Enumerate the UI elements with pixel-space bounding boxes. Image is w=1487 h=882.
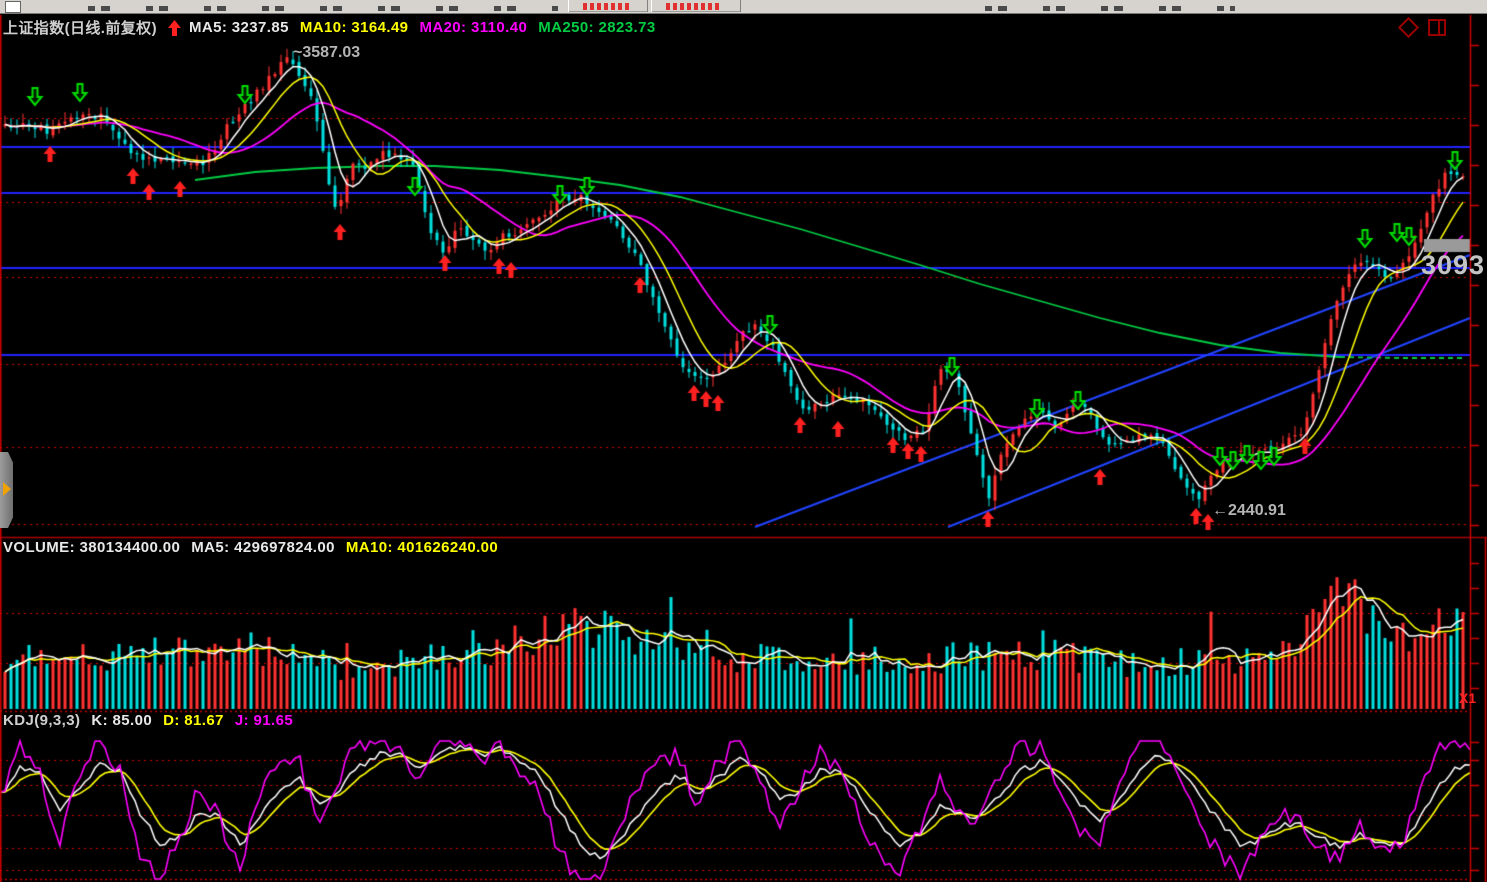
top-toolbar — [0, 0, 1487, 14]
volume-ma5-label: MA5: 429697824.00 — [191, 539, 335, 556]
menu-items-clipped-right[interactable] — [985, 6, 1235, 11]
ma10-label: MA10: 3164.49 — [300, 19, 409, 36]
symbol-title[interactable]: 上证指数(日线.前复权) — [3, 17, 157, 38]
up-arrow-icon — [168, 20, 181, 36]
chart-corner-controls — [1401, 19, 1446, 36]
chart-canvas[interactable] — [0, 0, 1487, 882]
expand-arrow-icon — [3, 482, 11, 496]
diamond-icon[interactable] — [1398, 17, 1419, 38]
volume-label: VOLUME: 380134400.00 — [3, 539, 180, 556]
ma250-label: MA250: 2823.73 — [538, 19, 655, 36]
toolbar-red-button-2[interactable] — [651, 0, 741, 12]
ma5-label: MA5: 3237.85 — [189, 19, 289, 36]
trading-app-window: 上证指数(日线.前复权) MA5: 3237.85 MA10: 3164.49 … — [0, 0, 1487, 882]
red-button-text-clipped — [583, 3, 631, 10]
kdj-j-label: J: 91.65 — [235, 712, 293, 729]
app-icon[interactable] — [5, 1, 21, 13]
toolbar-red-button-1[interactable] — [568, 0, 648, 12]
peak-pointer-icon: ~ — [293, 44, 302, 61]
last-price-annotation: 3093 — [1421, 250, 1485, 281]
low-price-label: 2440.91 — [1228, 502, 1286, 519]
sidebar-expand-handle[interactable] — [0, 452, 13, 528]
ma20-label: MA20: 3110.40 — [419, 19, 527, 36]
peak-price-annotation: ~3587.03 — [293, 44, 360, 62]
panel-close-button[interactable]: X1 — [1459, 690, 1476, 706]
left-arrow-icon: ← — [1212, 502, 1228, 519]
kdj-panel-header: KDJ(9,3,3) K: 85.00 D: 81.67 J: 91.65 — [3, 712, 304, 729]
menu-items-clipped[interactable] — [88, 6, 558, 11]
main-chart-header: 上证指数(日线.前复权) MA5: 3237.85 MA10: 3164.49 … — [3, 17, 667, 38]
kdj-name-label[interactable]: KDJ(9,3,3) — [3, 712, 80, 729]
peak-price-label: 3587.03 — [302, 44, 360, 61]
low-price-annotation: ←2440.91 — [1212, 502, 1286, 520]
red-button-text-clipped — [666, 3, 720, 10]
kdj-k-label: K: 85.00 — [91, 712, 152, 729]
volume-panel-header: VOLUME: 380134400.00 MA5: 429697824.00 M… — [3, 539, 509, 556]
split-window-icon[interactable] — [1428, 19, 1446, 36]
kdj-d-label: D: 81.67 — [163, 712, 224, 729]
volume-ma10-label: MA10: 401626240.00 — [346, 539, 498, 556]
